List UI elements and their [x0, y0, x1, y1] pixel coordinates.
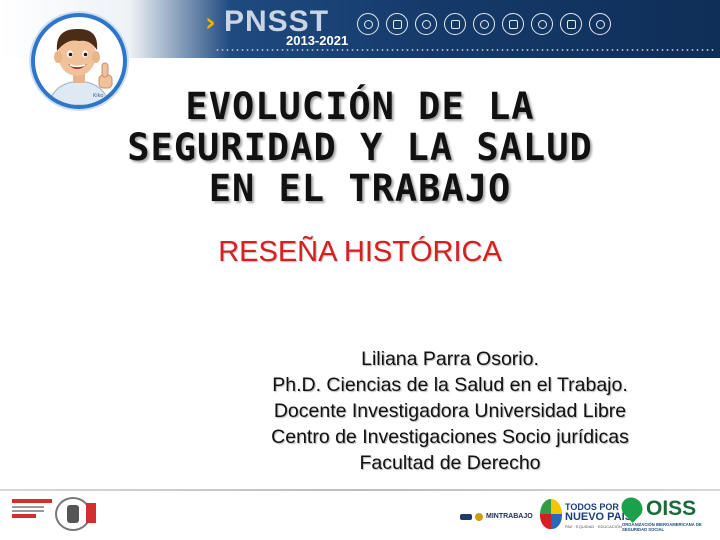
- slide-title-line: EVOLUCIÓN DE LA: [185, 85, 535, 128]
- warning-icon: [502, 13, 524, 35]
- footer-logos: MINTRABAJO TODOS POR UN NUEVO PAÍS PAZ ·…: [0, 491, 720, 540]
- hardhat-icon: [386, 13, 408, 35]
- factory-icon: [560, 13, 582, 35]
- oiss-drop-icon: [617, 493, 647, 523]
- author-credits: Liliana Parra Osorio. Ph.D. Ciencias de …: [160, 346, 720, 476]
- author-degree: Ph.D. Ciencias de la Salud en el Trabajo…: [272, 374, 628, 396]
- oiss-wordmark: OISS: [646, 497, 697, 520]
- nurse-icon: [589, 13, 611, 35]
- author-research-center: Centro de Investigaciones Socio jurídica…: [271, 426, 629, 448]
- brand-years: 2013-2021: [286, 33, 349, 48]
- author-faculty: Facultad de Derecho: [359, 452, 541, 474]
- mintrabajo-logo: MINTRABAJO: [460, 513, 533, 521]
- slide-subtitle: RESEÑA HISTÓRICA: [218, 236, 502, 268]
- certification-flag-icon: [86, 503, 96, 523]
- iso-certification-logo: [12, 499, 52, 533]
- chevron-right-icon: ›: [205, 8, 216, 38]
- colombia-flag-icon: [460, 514, 472, 520]
- vehicle-icon: [415, 13, 437, 35]
- author-name: Liliana Parra Osorio.: [361, 348, 539, 370]
- mintrabajo-label: MINTRABAJO: [486, 513, 533, 520]
- slide-title: EVOLUCIÓN DE LA SEGURIDAD Y LA SALUD EN …: [60, 86, 660, 209]
- slide-title-line: EN EL TRABAJO: [208, 167, 512, 210]
- todos-por-un-nuevo-pais-logo: TODOS POR UN NUEVO PAÍS PAZ · EQUIDAD · …: [540, 496, 634, 536]
- author-position: Docente Investigadora Universidad Libre: [273, 400, 627, 422]
- group-icon: [473, 13, 495, 35]
- worker-icon: [357, 13, 379, 35]
- document-icon: [444, 13, 466, 35]
- oiss-logo: OISS ORGANIZACIÓN IBEROAMERICANA DE SEGU…: [617, 493, 714, 536]
- oiss-full-name: ORGANIZACIÓN IBEROAMERICANA DE SEGURIDAD…: [622, 522, 702, 532]
- slide-title-line: SEGURIDAD Y LA SALUD: [127, 126, 593, 169]
- banner-dotted-rule: [215, 49, 715, 51]
- coat-of-arms-icon: [475, 513, 483, 521]
- header-icon-row: [357, 13, 611, 35]
- government-tagline: PAZ · EQUIDAD · EDUCACIÓN: [565, 524, 622, 529]
- colorful-leaf-icon: [540, 499, 562, 529]
- health-icon: [531, 13, 553, 35]
